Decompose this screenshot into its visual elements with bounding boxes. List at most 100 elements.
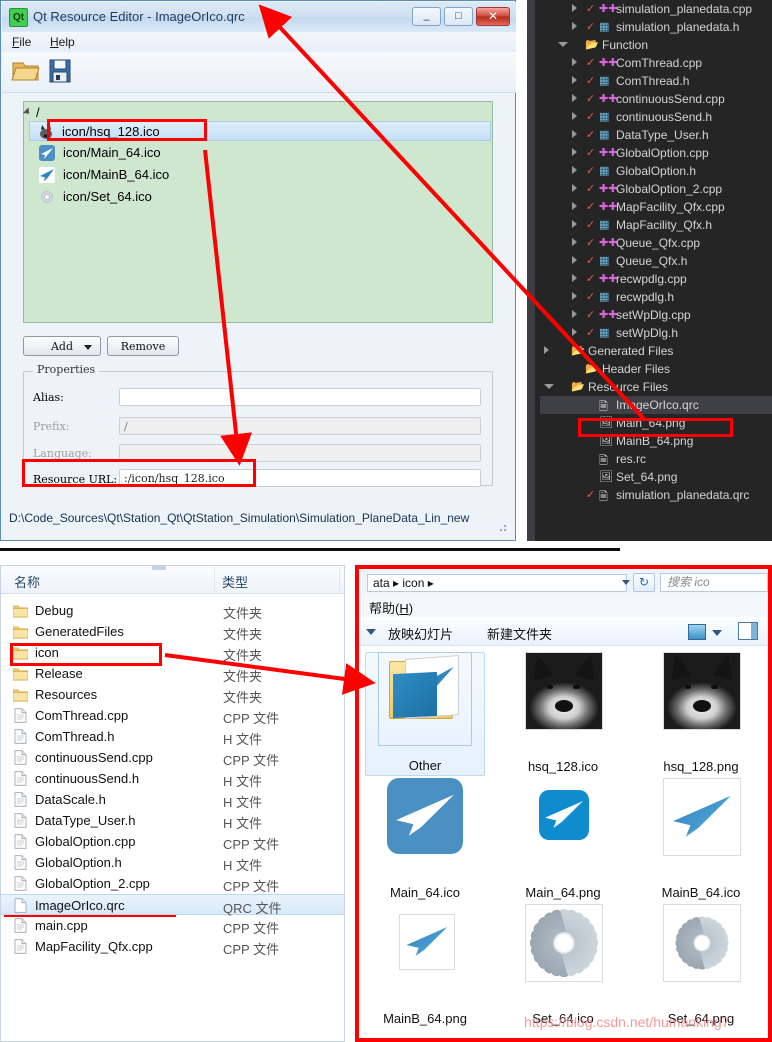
solution-explorer-row[interactable]: ✓ ✚✚ continuousSend.cpp: [540, 90, 772, 108]
breadcrumb[interactable]: ata ▸ icon ▸: [367, 574, 627, 592]
expander-collapsed-icon[interactable]: [572, 256, 577, 264]
table-row[interactable]: icon 文件夹: [1, 642, 344, 663]
slideshow-button[interactable]: 放映幻灯片: [388, 624, 453, 643]
expander-collapsed-icon[interactable]: [572, 184, 577, 192]
solution-explorer-row[interactable]: ✓ ▦ DataType_User.h: [540, 126, 772, 144]
expander-collapsed-icon[interactable]: [572, 238, 577, 246]
expander-collapsed-icon[interactable]: [572, 310, 577, 318]
alias-input[interactable]: [119, 388, 481, 406]
new-folder-button[interactable]: 新建文件夹: [487, 624, 552, 643]
resource-tree-item[interactable]: icon/Set_64.ico: [31, 187, 489, 207]
solution-explorer-row[interactable]: 📂 Resource Files: [540, 378, 772, 396]
table-row[interactable]: GeneratedFiles 文件夹: [1, 621, 344, 642]
solution-explorer-row[interactable]: ✓ ✚✚ setWpDlg.cpp: [540, 306, 772, 324]
organize-chevron-icon[interactable]: [366, 629, 376, 635]
solution-explorer-row[interactable]: ✓ ▦ MapFacility_Qfx.h: [540, 216, 772, 234]
table-row[interactable]: GlobalOption.h H 文件: [1, 852, 344, 873]
solution-explorer-row[interactable]: 📂 Header Files: [540, 360, 772, 378]
expander-collapsed-icon[interactable]: [572, 58, 577, 66]
solution-explorer-row[interactable]: ✓ ✚✚ recwpdlg.cpp: [540, 270, 772, 288]
refresh-button[interactable]: ↻: [633, 573, 655, 592]
table-row[interactable]: Debug 文件夹: [1, 600, 344, 621]
expander-collapsed-icon[interactable]: [572, 76, 577, 84]
table-row[interactable]: DataScale.h H 文件: [1, 789, 344, 810]
solution-explorer-row[interactable]: 📂 Generated Files: [540, 342, 772, 360]
icon-grid-item[interactable]: hsq_128.ico: [503, 652, 623, 776]
expander-collapsed-icon[interactable]: [572, 220, 577, 228]
icon-grid-item[interactable]: Main_64.ico: [365, 778, 485, 902]
menu-file[interactable]: File: [12, 35, 31, 49]
expander-collapsed-icon[interactable]: [572, 112, 577, 120]
expander-expanded-icon[interactable]: [558, 42, 568, 47]
solution-explorer-row[interactable]: ✓ 🗎 simulation_planedata.qrc: [540, 486, 772, 504]
solution-explorer-row[interactable]: ✓ ▦ GlobalOption.h: [540, 162, 772, 180]
header-separator[interactable]: [214, 567, 215, 592]
icon-grid-item[interactable]: MainB_64.ico: [641, 778, 761, 902]
search-input[interactable]: 搜索 ico: [660, 573, 768, 592]
expander-collapsed-icon[interactable]: [572, 202, 577, 210]
expander-collapsed-icon[interactable]: [572, 148, 577, 156]
save-icon[interactable]: [47, 57, 73, 85]
solution-explorer-row[interactable]: 🗎 ImageOrIco.qrc: [540, 396, 772, 414]
expander-collapsed-icon[interactable]: [572, 4, 577, 12]
icon-grid-item[interactable]: hsq_128.png: [641, 652, 761, 776]
minimize-button[interactable]: –: [412, 7, 441, 26]
table-row[interactable]: ComThread.cpp CPP 文件: [1, 705, 344, 726]
solution-explorer-row[interactable]: ✓ ✚✚ simulation_planedata.cpp: [540, 0, 772, 18]
header-separator[interactable]: [339, 567, 340, 592]
resource-tree-item[interactable]: icon/Main_64.ico: [31, 143, 489, 163]
solution-explorer-scrollbar[interactable]: [527, 0, 535, 541]
table-row[interactable]: MapFacility_Qfx.cpp CPP 文件: [1, 936, 344, 957]
open-folder-icon[interactable]: [11, 57, 41, 85]
chevron-down-icon[interactable]: [712, 630, 722, 636]
expander-collapsed-icon[interactable]: [572, 328, 577, 336]
solution-explorer-row[interactable]: ✓ ✚✚ GlobalOption.cpp: [540, 144, 772, 162]
solution-explorer-row[interactable]: ✓ ✚✚ Queue_Qfx.cpp: [540, 234, 772, 252]
icon-grid-item[interactable]: Set_64.ico: [503, 904, 623, 1028]
expander-collapsed-icon[interactable]: [572, 22, 577, 30]
expander-expanded-icon[interactable]: [544, 384, 554, 389]
icon-grid-item[interactable]: Main_64.png: [503, 778, 623, 902]
table-row[interactable]: GlobalOption.cpp CPP 文件: [1, 831, 344, 852]
expander-collapsed-icon[interactable]: [572, 130, 577, 138]
table-row[interactable]: ComThread.h H 文件: [1, 726, 344, 747]
solution-explorer-row[interactable]: 🖼 Set_64.png: [540, 468, 772, 486]
chevron-down-icon[interactable]: [622, 580, 630, 585]
table-row[interactable]: GlobalOption_2.cpp CPP 文件: [1, 873, 344, 894]
expander-collapsed-icon[interactable]: [572, 94, 577, 102]
column-header-type[interactable]: 类型: [222, 572, 248, 591]
column-header-name[interactable]: 名称: [14, 572, 40, 591]
table-row[interactable]: ImageOrIco.qrc QRC 文件: [1, 894, 344, 916]
table-row[interactable]: DataType_User.h H 文件: [1, 810, 344, 831]
expander-collapsed-icon[interactable]: [572, 274, 577, 282]
solution-explorer-row[interactable]: ✓ ▦ recwpdlg.h: [540, 288, 772, 306]
table-row[interactable]: Resources 文件夹: [1, 684, 344, 705]
preview-icon[interactable]: [688, 624, 706, 640]
solution-explorer-row[interactable]: ✓ ✚✚ MapFacility_Qfx.cpp: [540, 198, 772, 216]
menu-help[interactable]: Help: [50, 35, 75, 49]
icon-grid-item[interactable]: Set_64.png: [641, 904, 761, 1028]
solution-explorer-row[interactable]: ✓ ▦ ComThread.h: [540, 72, 772, 90]
table-row[interactable]: Release 文件夹: [1, 663, 344, 684]
solution-explorer-row[interactable]: ✓ ▦ simulation_planedata.h: [540, 18, 772, 36]
table-row[interactable]: main.cpp CPP 文件: [1, 915, 344, 936]
icon-grid-item[interactable]: MainB_64.png: [365, 904, 485, 1028]
table-row[interactable]: continuousSend.h H 文件: [1, 768, 344, 789]
solution-explorer-row[interactable]: 🗎 res.rc: [540, 450, 772, 468]
add-button[interactable]: Add: [23, 336, 101, 356]
solution-explorer-row[interactable]: 📂 Function: [540, 36, 772, 54]
resize-grip-icon[interactable]: [496, 521, 508, 533]
solution-explorer-row[interactable]: ✓ ✚✚ GlobalOption_2.cpp: [540, 180, 772, 198]
expander-collapsed-icon[interactable]: [544, 346, 549, 354]
solution-explorer-row[interactable]: ✓ ✚✚ ComThread.cpp: [540, 54, 772, 72]
expander-collapsed-icon[interactable]: [572, 292, 577, 300]
resource-tree-item[interactable]: icon/MainB_64.ico: [31, 165, 489, 185]
solution-explorer-row[interactable]: ✓ ▦ Queue_Qfx.h: [540, 252, 772, 270]
expander-collapsed-icon[interactable]: [572, 166, 577, 174]
close-button[interactable]: ✕: [476, 7, 510, 26]
solution-explorer-row[interactable]: ✓ ▦ setWpDlg.h: [540, 324, 772, 342]
menu-help[interactable]: 帮助(H): [369, 598, 413, 617]
icon-grid-item[interactable]: Other: [365, 652, 485, 776]
solution-explorer-row[interactable]: ✓ ▦ continuousSend.h: [540, 108, 772, 126]
maximize-button[interactable]: □: [444, 7, 473, 26]
